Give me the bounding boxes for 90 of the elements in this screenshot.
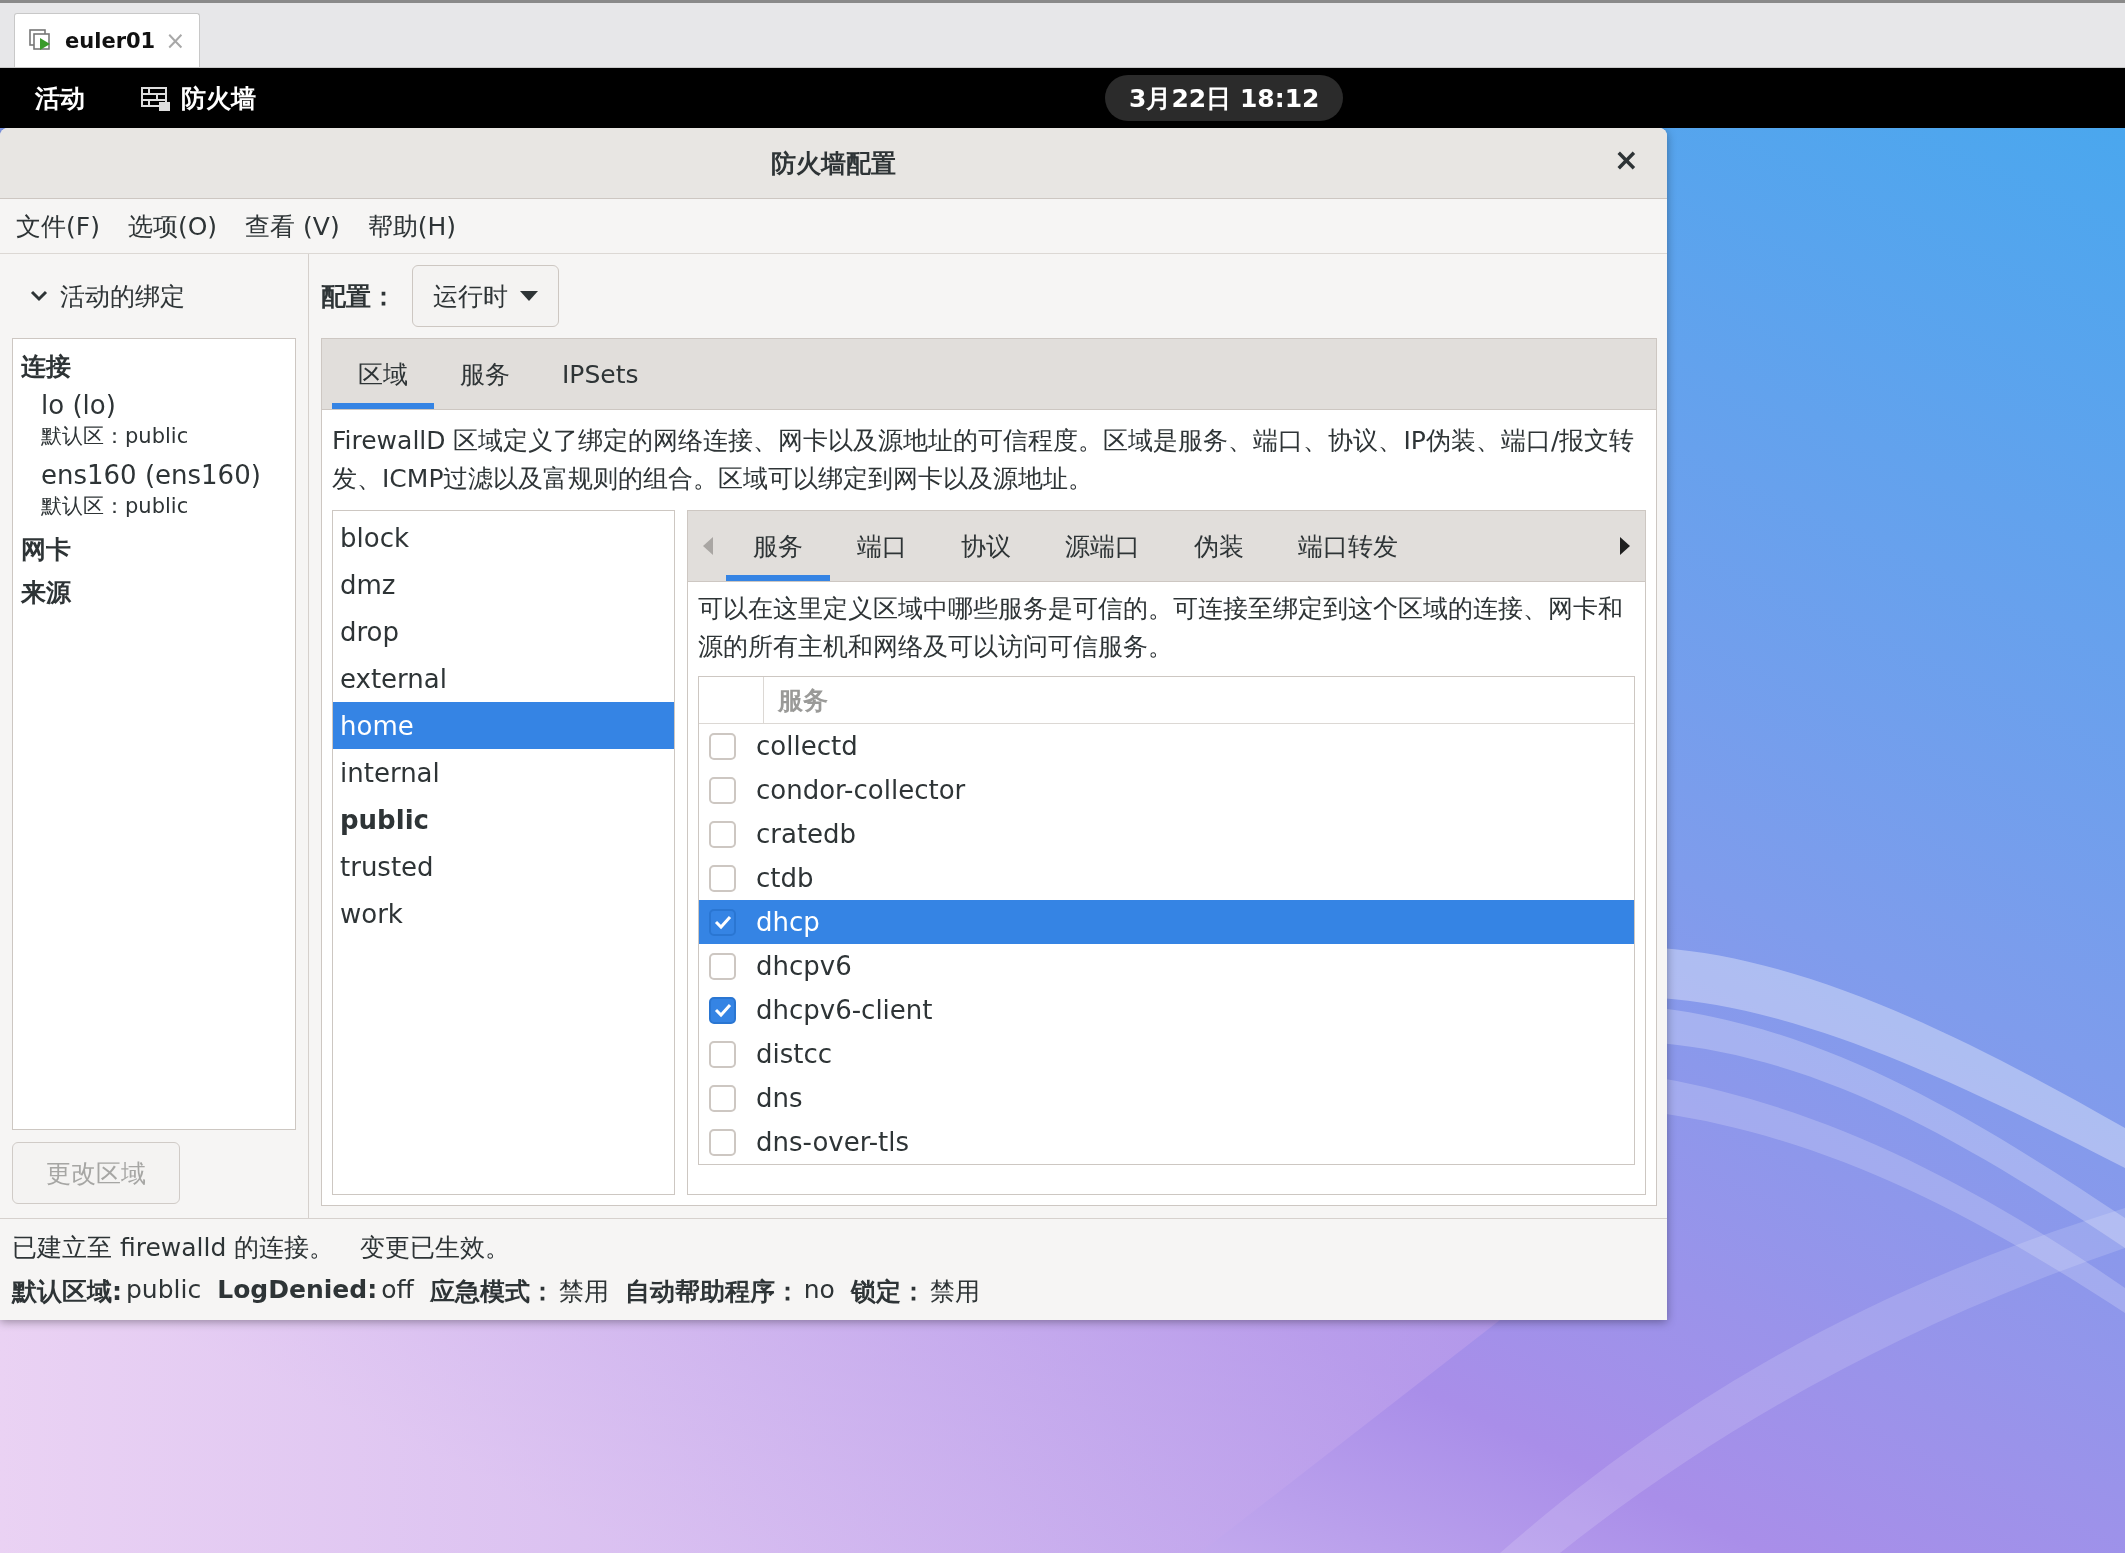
group-heading: 网卡 — [21, 534, 72, 566]
app-menu[interactable]: 防火墙 — [181, 81, 256, 115]
check-icon — [713, 914, 732, 930]
connection-name[interactable]: lo (lo) — [41, 390, 287, 420]
service-row[interactable]: condor-collector — [699, 768, 1634, 812]
service-name: dns-over-tls — [756, 1127, 910, 1157]
browser-tab[interactable]: euler01 × — [14, 13, 201, 67]
zone-item[interactable]: work — [333, 890, 674, 937]
status-message: 已建立至 firewalld 的连接。 — [12, 1231, 335, 1264]
service-name: dhcpv6-client — [756, 995, 933, 1025]
status-value: off — [381, 1275, 414, 1307]
group-heading: 来源 — [21, 577, 72, 609]
connection-zone: 默认区：public — [41, 423, 190, 450]
dropdown-caret-icon — [520, 291, 538, 301]
service-name: dhcpv6 — [756, 951, 852, 981]
status-value: 禁用 — [558, 1276, 609, 1309]
zone-item[interactable]: home — [333, 702, 674, 749]
scroll-left-icon[interactable] — [702, 536, 714, 556]
zone-description: FirewallD 区域定义了绑定的网络连接、网卡以及源地址的可信程度。区域是服务、端口、协议、IP伪装、端口/报文转发、ICMP过滤以及富规则的组合。区域可以绑定到网卡以及源地址。 — [332, 425, 1636, 495]
status-value: no — [803, 1275, 835, 1307]
status-label: 锁定： — [850, 1276, 926, 1309]
menu-item[interactable]: 文件(F) — [2, 209, 114, 243]
tab[interactable]: 端口 — [830, 511, 934, 581]
checkbox[interactable] — [709, 996, 736, 1024]
config-dropdown[interactable]: 运行时 — [412, 265, 559, 327]
menu-item[interactable]: 选项(O) — [113, 209, 232, 243]
zone-item[interactable]: block — [333, 514, 674, 561]
config-label: 配置： — [321, 280, 396, 313]
bindings-expander[interactable]: 活动的绑定 — [0, 254, 308, 338]
clock[interactable]: 3月22日 18:12 — [1105, 75, 1344, 121]
tab[interactable]: 服务 — [726, 511, 830, 581]
menu-item[interactable]: 帮助(H) — [353, 209, 470, 243]
checkbox[interactable] — [709, 776, 736, 804]
service-name: collectd — [756, 731, 858, 761]
status-label: 自动帮助程序： — [624, 1276, 800, 1309]
checkbox[interactable] — [709, 1040, 736, 1068]
service-name: dns — [756, 1083, 803, 1113]
status-label: 应急模式： — [429, 1276, 555, 1309]
status-message: 变更已生效。 — [360, 1231, 511, 1264]
status-label: 默认区域: — [12, 1276, 122, 1309]
menu-item[interactable]: 查看 (V) — [231, 209, 354, 243]
status-value: public — [126, 1275, 202, 1307]
checkbox[interactable] — [709, 1084, 736, 1112]
chevron-down-icon — [30, 290, 48, 302]
zone-item[interactable]: public — [333, 796, 674, 843]
tab[interactable]: 协议 — [934, 511, 1038, 581]
check-icon — [713, 1002, 732, 1018]
service-row[interactable]: dns — [699, 1076, 1634, 1120]
checkbox[interactable] — [709, 908, 736, 936]
checkbox[interactable] — [709, 952, 736, 980]
service-row[interactable]: dhcp — [699, 900, 1634, 944]
tab-label: euler01 — [65, 28, 156, 53]
tab[interactable]: 服务 — [434, 339, 536, 409]
zone-item[interactable]: dmz — [333, 561, 674, 608]
tab[interactable]: 端口转发 — [1271, 511, 1425, 581]
service-row[interactable]: dns-over-tls — [699, 1120, 1634, 1164]
status-label: LogDenied: — [217, 1275, 378, 1307]
service-name: ctdb — [756, 863, 814, 893]
service-row[interactable]: dhcpv6-client — [699, 988, 1634, 1032]
service-name: distcc — [756, 1039, 833, 1069]
tab[interactable]: 区域 — [332, 339, 434, 409]
zone-item[interactable]: external — [333, 655, 674, 702]
connection-zone: 默认区：public — [41, 493, 190, 520]
service-row[interactable]: collectd — [699, 724, 1634, 768]
activities-button[interactable]: 活动 — [35, 81, 85, 115]
checkbox[interactable] — [709, 820, 736, 848]
service-name: dhcp — [756, 907, 820, 937]
zone-item[interactable]: trusted — [333, 843, 674, 890]
tab[interactable]: 伪装 — [1167, 511, 1271, 581]
status-value: 禁用 — [929, 1276, 980, 1309]
zone-item[interactable]: internal — [333, 749, 674, 796]
zone-item[interactable]: drop — [333, 608, 674, 655]
service-row[interactable]: ctdb — [699, 856, 1634, 900]
group-heading: 连接 — [21, 351, 72, 383]
firewall-app-icon — [141, 84, 171, 112]
connection-name[interactable]: ens160 (ens160) — [41, 460, 287, 490]
close-button[interactable]: × — [1607, 142, 1645, 177]
checkbox[interactable] — [709, 732, 736, 760]
service-row[interactable]: cratedb — [699, 812, 1634, 856]
tab[interactable]: 源端口 — [1038, 511, 1167, 581]
window-title: 防火墙配置 — [771, 147, 896, 180]
checkbox[interactable] — [709, 864, 736, 892]
checkbox[interactable] — [709, 1128, 736, 1156]
service-name: cratedb — [756, 819, 857, 849]
tab[interactable]: IPSets — [536, 339, 665, 409]
service-row[interactable]: dhcpv6 — [699, 944, 1634, 988]
scroll-right-icon[interactable] — [1619, 536, 1631, 556]
services-description: 可以在这里定义区域中哪些服务是可信的。可连接至绑定到这个区域的连接、网卡和源的所有主机和网络及可以访问可信服务。 — [698, 593, 1624, 663]
service-name: condor-collector — [756, 775, 966, 805]
service-row[interactable]: distcc — [699, 1032, 1634, 1076]
